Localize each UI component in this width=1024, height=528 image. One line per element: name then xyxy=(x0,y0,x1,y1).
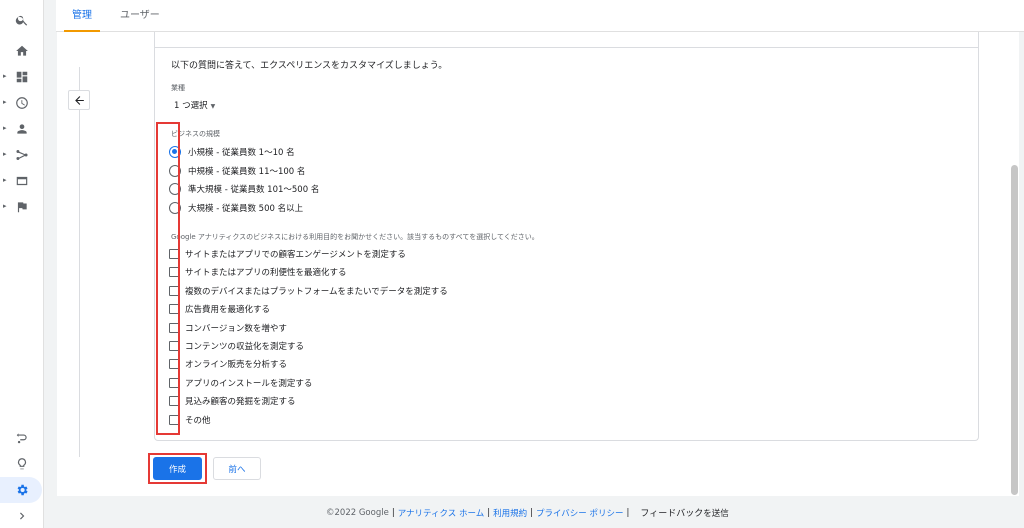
footer-link-terms[interactable]: 利用規約 xyxy=(493,507,527,519)
radio-label: 準大規模 - 従業員数 101〜500 名 xyxy=(188,185,320,195)
checkbox-engagement[interactable]: サイトまたはアプリでの顧客エンゲージメントを測定する xyxy=(169,246,406,261)
home-icon[interactable] xyxy=(8,40,36,62)
dashboard-icon[interactable] xyxy=(8,66,36,88)
search-icon[interactable] xyxy=(8,9,36,31)
lightbulb-icon[interactable] xyxy=(8,453,36,475)
scrollbar[interactable] xyxy=(1011,165,1018,495)
checkbox-ad-cost[interactable]: 広告費用を最適化する xyxy=(169,301,270,316)
expand-caret-icon[interactable]: ▸ xyxy=(3,98,7,106)
acquisition-icon[interactable] xyxy=(8,144,36,166)
feedback-link[interactable]: フィードバック xyxy=(640,506,703,519)
checkbox-content-monetization[interactable]: コンテンツの収益化を測定する xyxy=(169,338,304,353)
expand-caret-icon[interactable]: ▸ xyxy=(3,202,7,210)
top-tab-bar: 管理 ユーザー xyxy=(56,0,1024,32)
copyright-text: ©2022 Google xyxy=(326,507,389,518)
checkbox-label: その他 xyxy=(185,415,211,426)
radio-label: 中規模 - 従業員数 11〜100 名 xyxy=(188,167,306,177)
expand-caret-icon[interactable]: ▸ xyxy=(3,176,7,184)
footer-separator: | xyxy=(487,507,491,518)
person-icon[interactable] xyxy=(8,118,36,140)
usage-label: Google アナリティクスのビジネスにおける利用目的をお聞かせください。該当す… xyxy=(171,233,539,241)
caret-down-icon: ▼ xyxy=(210,103,216,110)
checkbox-online-sales[interactable]: オンライン販売を分析する xyxy=(169,356,287,371)
feedback-tail: を送信 xyxy=(703,508,729,519)
checkbox-label: 広告費用を最適化する xyxy=(185,304,271,315)
flag-icon[interactable] xyxy=(8,196,36,218)
industry-select[interactable]: 1 つ選択 ▼ xyxy=(174,99,215,111)
behavior-icon[interactable] xyxy=(8,170,36,192)
industry-select-value: 1 つ選択 xyxy=(174,101,208,111)
checkbox-cross-device[interactable]: 複数のデバイスまたはプラットフォームをまたいでデータを測定する xyxy=(169,283,448,298)
prev-button[interactable]: 前へ xyxy=(213,457,261,480)
footer-link-privacy[interactable]: プライバシー ポリシー xyxy=(536,507,624,519)
radio-medium[interactable]: 中規模 - 従業員数 11〜100 名 xyxy=(169,163,305,179)
footer-link-analytics-home[interactable]: アナリティクス ホーム xyxy=(398,507,485,519)
gear-icon[interactable] xyxy=(8,479,36,501)
expand-caret-icon[interactable]: ▸ xyxy=(3,124,7,132)
checkbox-usability[interactable]: サイトまたはアプリの利便性を最適化する xyxy=(169,264,347,279)
footer-separator: | xyxy=(626,507,630,518)
expand-caret-icon[interactable]: ▸ xyxy=(3,150,7,158)
radio-semi-large[interactable]: 準大規模 - 従業員数 101〜500 名 xyxy=(169,181,319,197)
card-divider xyxy=(154,47,979,48)
tab-users[interactable]: ユーザー xyxy=(112,0,168,32)
checkbox-conversions[interactable]: コンバージョン数を増やす xyxy=(169,320,287,335)
expand-nav-icon[interactable] xyxy=(8,505,36,527)
footer-separator: | xyxy=(391,507,395,518)
footer-separator: | xyxy=(530,507,533,518)
checkbox-label: オンライン販売を分析する xyxy=(185,359,288,370)
checkbox-label: アプリのインストールを測定する xyxy=(185,378,313,389)
radio-label: 大規模 - 従業員数 500 名以上 xyxy=(188,204,304,214)
tab-admin[interactable]: 管理 xyxy=(64,0,100,32)
highlight-box-create xyxy=(148,453,207,484)
clock-icon[interactable] xyxy=(8,92,36,114)
checkbox-label: サイトまたはアプリの利便性を最適化する xyxy=(185,267,347,278)
footer: ©2022 Google | アナリティクス ホーム | 利用規約 | プライバ… xyxy=(326,506,729,520)
checkbox-label: コンテンツの収益化を測定する xyxy=(185,341,305,352)
industry-label: 業種 xyxy=(171,84,185,92)
left-nav: ▸ ▸ ▸ ▸ ▸ ▸ xyxy=(0,0,44,528)
arrow-left-icon xyxy=(74,95,84,105)
radio-large[interactable]: 大規模 - 従業員数 500 名以上 xyxy=(169,200,303,216)
checkbox-lead-generation[interactable]: 見込み顧客の発掘を測定する xyxy=(169,393,296,408)
checkbox-app-installs[interactable]: アプリのインストールを測定する xyxy=(169,375,312,390)
back-button[interactable] xyxy=(68,90,90,110)
expand-caret-icon[interactable]: ▸ xyxy=(3,72,7,80)
radio-small[interactable]: 小規模 - 従業員数 1〜10 名 xyxy=(169,144,295,160)
radio-label: 小規模 - 従業員数 1〜10 名 xyxy=(188,148,295,158)
intro-text: 以下の質問に答えて、エクスペリエンスをカスタマイズしましょう。 xyxy=(171,61,448,71)
checkbox-label: 見込み顧客の発掘を測定する xyxy=(185,396,296,407)
checkbox-label: コンバージョン数を増やす xyxy=(185,323,287,334)
checkbox-label: サイトまたはアプリでの顧客エンゲージメントを測定する xyxy=(185,249,406,260)
customization-icon[interactable] xyxy=(8,427,36,449)
step-divider xyxy=(79,67,80,457)
highlight-box-options xyxy=(156,122,180,435)
checkbox-label: 複数のデバイスまたはプラットフォームをまたいでデータを測定する xyxy=(185,286,448,297)
